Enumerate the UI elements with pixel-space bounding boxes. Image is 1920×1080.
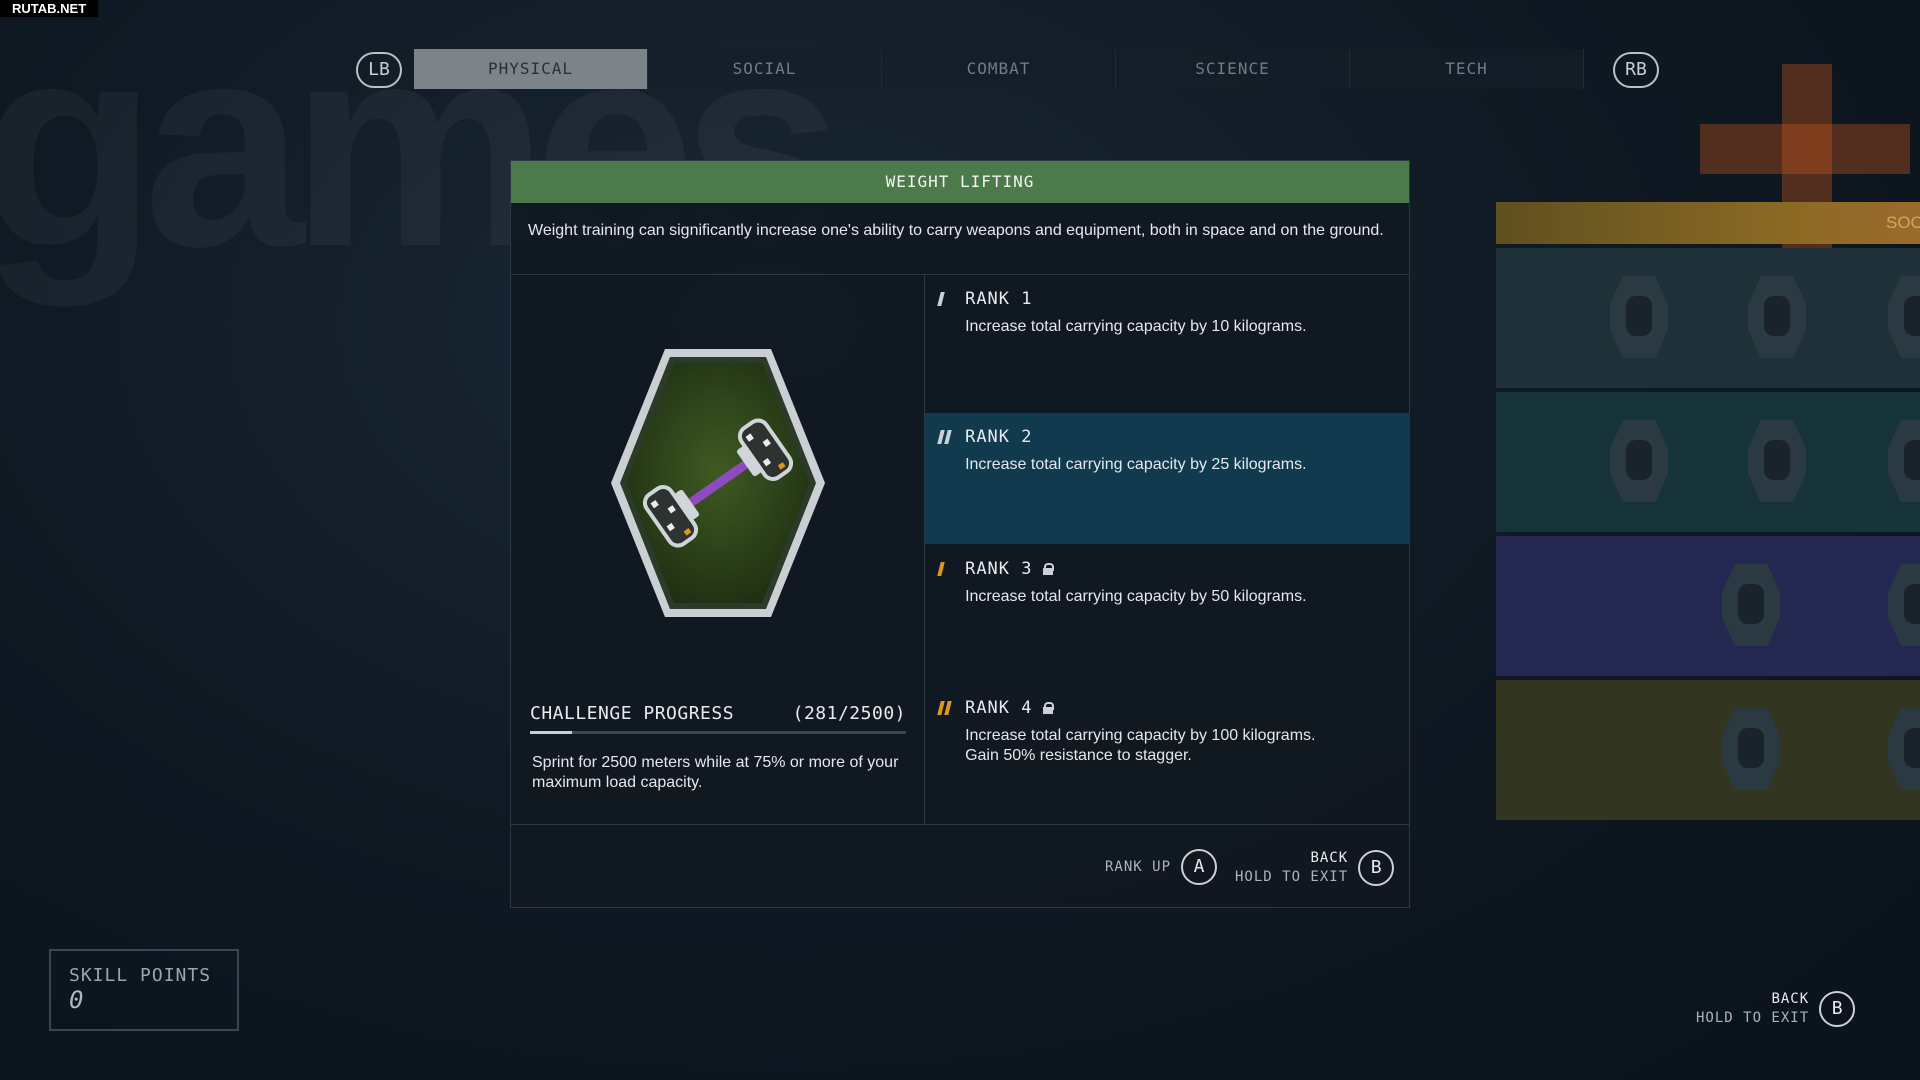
skill-hex-icon[interactable] [1888,564,1920,646]
tab-science[interactable]: SCIENCE [1116,49,1350,89]
rank-2-pips [937,430,965,444]
rank-4-item[interactable]: RANK 4 Increase total carrying capacity … [925,684,1410,825]
rb-bumper-button[interactable]: RB [1613,52,1659,88]
social-tier-1 [1496,248,1920,388]
skill-hex-icon[interactable] [1722,708,1780,790]
rank-1-pips [937,292,965,306]
skills-screen: games RUTAB.NET LB PHYSICAL SOCIAL COMBA… [0,0,1920,1080]
rank-3-pips [937,562,965,576]
skill-body: CHALLENGE PROGRESS (281/2500) Sprint for… [511,275,1411,825]
lb-bumper-button[interactable]: LB [356,52,402,88]
challenge-progress-label: CHALLENGE PROGRESS [530,703,735,724]
rank-list: RANK 1 Increase total carrying capacity … [925,275,1411,825]
back-hint[interactable]: BACK HOLD TO EXIT B [1235,849,1395,887]
rank-3-description: Increase total carrying capacity by 50 k… [965,588,1307,605]
rank-3-item[interactable]: RANK 3 Increase total carrying capacity … [925,545,1410,684]
tab-social[interactable]: SOCIAL [648,49,882,89]
a-button-icon[interactable]: A [1181,849,1218,885]
social-tier-2 [1496,392,1920,532]
skill-points-label: SKILL POINTS [69,965,212,986]
category-tabs: PHYSICAL SOCIAL COMBAT SCIENCE TECH [414,49,1584,89]
rank-2-item[interactable]: RANK 2 Increase total carrying capacity … [925,413,1411,544]
skill-hex-icon[interactable] [1722,564,1780,646]
site-watermark: RUTAB.NET [0,0,99,17]
tab-physical[interactable]: PHYSICAL [414,49,648,89]
skill-title: WEIGHT LIFTING [511,161,1409,203]
rank-1-description: Increase total carrying capacity by 10 k… [965,318,1307,335]
lock-icon [1042,702,1054,714]
tab-tech[interactable]: TECH [1350,49,1584,89]
tab-combat[interactable]: COMBAT [882,49,1116,89]
rank-4-pips [937,701,965,715]
skill-hex-icon[interactable] [1888,708,1920,790]
rank-1-label: RANK 1 [965,289,1033,309]
social-tier-4 [1496,680,1920,820]
skill-hex-icon[interactable] [1888,420,1920,502]
back-label: BACK [1310,850,1349,866]
screen-back-labels: BACK HOLD TO EXIT [1696,990,1809,1028]
skill-detail-panel: WEIGHT LIFTING Weight training can signi… [510,160,1411,909]
social-tier-3 [1496,536,1920,676]
dumbbell-icon [611,349,825,617]
panel-footer: RANK UP A BACK HOLD TO EXIT B [511,825,1409,909]
lock-icon [1042,563,1054,575]
rank-1-item[interactable]: RANK 1 Increase total carrying capacity … [925,275,1410,413]
screen-back-hint[interactable]: BACK HOLD TO EXIT B [1696,990,1856,1028]
challenge-description: Sprint for 2500 meters while at 75% or m… [532,754,899,791]
rank-2-description: Increase total carrying capacity by 25 k… [965,456,1307,473]
skill-hex-icon[interactable] [1888,276,1920,358]
rank-up-label: RANK UP [1105,858,1172,875]
rank-up-hint[interactable]: RANK UP A [1105,849,1218,885]
screen-back-label: BACK [1771,991,1810,1007]
skill-points-value: 0 [69,986,84,1014]
hold-to-exit-label: HOLD TO EXIT [1235,869,1349,885]
b-button-icon[interactable]: B [1358,850,1395,886]
challenge-progress-value: (281/2500) [792,703,906,724]
social-preview-header: SOCIAL [1496,202,1920,244]
challenge-progress-bar [530,731,906,734]
back-hint-labels: BACK HOLD TO EXIT [1235,849,1348,887]
skill-hex-icon[interactable] [1748,420,1806,502]
screen-hold-to-exit-label: HOLD TO EXIT [1696,1010,1810,1026]
skill-hex-icon[interactable] [1610,420,1668,502]
skill-points-box: SKILL POINTS 0 [49,949,239,1031]
challenge-progress-fill [530,731,573,734]
skill-description: Weight training can significantly increa… [511,203,1409,275]
rank-4-label: RANK 4 [965,698,1033,718]
b-button-icon[interactable]: B [1819,991,1856,1027]
skill-badge-column: CHALLENGE PROGRESS (281/2500) Sprint for… [511,275,926,824]
social-skills-preview: SOCIAL [1496,202,1920,824]
rank-4-description: Increase total carrying capacity by 100 … [965,727,1316,764]
rank-3-label: RANK 3 [965,559,1033,579]
rank-2-label: RANK 2 [965,427,1033,447]
challenge-progress-header: CHALLENGE PROGRESS (281/2500) [530,703,906,724]
skill-hex-icon[interactable] [1748,276,1806,358]
skill-hex-icon[interactable] [1610,276,1668,358]
